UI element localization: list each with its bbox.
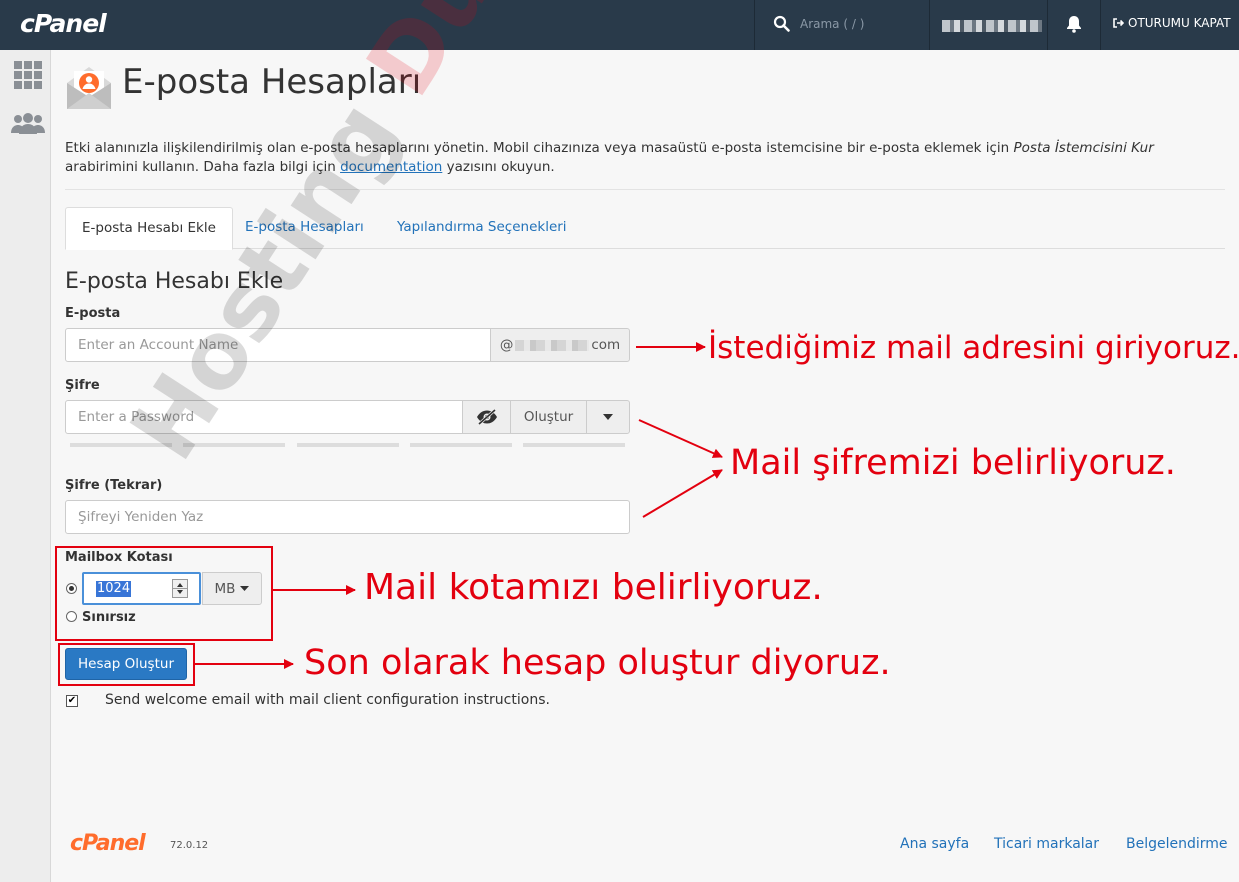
cpanel-logo[interactable]: cPanel: [20, 9, 107, 38]
domain-at: @: [499, 337, 514, 353]
unlimited-label: Sınırsız: [82, 610, 136, 625]
page-title: E-posta Hesapları: [122, 62, 422, 102]
generate-password-button[interactable]: Oluştur: [510, 400, 587, 434]
intro-text: Etki alanınızla ilişkilendirilmiş olan e…: [65, 139, 1225, 190]
tab-add-email-account[interactable]: E-posta Hesabı Ekle: [65, 207, 233, 250]
quota-value: 1024: [96, 581, 132, 597]
footer-link-documentation[interactable]: Belgelendirme: [1126, 836, 1228, 852]
footer-cpanel-logo: cPanel: [70, 831, 146, 856]
search-icon: [773, 15, 790, 32]
username-redacted: [942, 20, 1042, 32]
password-strength-segment-4: [410, 443, 512, 447]
quota-spinner[interactable]: [172, 579, 188, 598]
password-strength-segment-2: [183, 443, 285, 447]
tab-configuration-options[interactable]: Yapılandırma Seçenekleri: [381, 207, 583, 247]
create-account-button[interactable]: Hesap Oluştur: [65, 648, 187, 680]
documentation-link[interactable]: documentation: [340, 159, 442, 175]
footer-link-home[interactable]: Ana sayfa: [900, 836, 969, 852]
password-label: Şifre: [65, 378, 100, 393]
envelope-icon: [67, 67, 111, 109]
top-bar: cPanel Arama ( / ) OTURUMU KAPAT: [0, 0, 1239, 50]
bell-icon: [1067, 16, 1081, 33]
email-label: E-posta: [65, 306, 121, 321]
domain-select[interactable]: @ com: [490, 328, 630, 362]
logout-icon: [1113, 18, 1124, 28]
domain-suffix: com: [591, 337, 621, 353]
password-repeat-label: Şifre (Tekrar): [65, 478, 163, 493]
sidebar: [0, 50, 51, 882]
annotation-submit: Son olarak hesap oluştur diyoruz.: [304, 643, 891, 683]
eye-slash-icon: [476, 409, 497, 425]
quota-unit: MB: [214, 580, 236, 597]
password-repeat-placeholder: Şifreyi Yeniden Yaz: [78, 509, 204, 525]
users-icon[interactable]: [10, 113, 46, 135]
welcome-email-checkbox[interactable]: ✔: [66, 695, 78, 707]
logout-label: OTURUMU KAPAT: [1128, 16, 1231, 30]
notifications-button[interactable]: [1048, 0, 1101, 50]
password-field[interactable]: Enter a Password: [65, 400, 463, 434]
search-box[interactable]: Arama ( / ): [754, 0, 930, 50]
quota-unit-dropdown[interactable]: MB: [202, 572, 262, 605]
intro-text-part3: yazısını okuyun.: [442, 159, 555, 175]
password-placeholder: Enter a Password: [78, 409, 195, 425]
footer-link-trademarks[interactable]: Ticari markalar: [994, 836, 1099, 852]
spinner-arrows-icon: [173, 583, 187, 594]
email-field[interactable]: Enter an Account Name: [65, 328, 491, 362]
annotation-quota: Mail kotamızı belirliyoruz.: [364, 567, 823, 608]
section-title: E-posta Hesabı Ekle: [65, 269, 284, 294]
password-repeat-field[interactable]: Şifreyi Yeniden Yaz: [65, 500, 630, 534]
annotation-email: İstediğimiz mail adresini giriyoruz.: [708, 330, 1239, 366]
quota-unlimited-radio[interactable]: [66, 611, 77, 622]
tab-bar: E-posta Hesabı Ekle E-posta Hesapları Ya…: [65, 207, 1225, 250]
logout-button[interactable]: OTURUMU KAPAT: [1112, 16, 1231, 30]
intro-text-part2: arabirimini kullanın. Daha fazla bilgi i…: [65, 159, 341, 175]
intro-italic-setup-mail-client: Posta İstemcisini Kur: [1013, 140, 1154, 156]
caret-down-icon: [240, 586, 250, 591]
quota-input[interactable]: 1024: [82, 572, 201, 605]
welcome-email-label: Send welcome email with mail client conf…: [105, 692, 550, 708]
email-placeholder: Enter an Account Name: [78, 337, 239, 353]
domain-redacted: [515, 339, 590, 351]
user-menu[interactable]: [929, 0, 1048, 50]
password-strength-segment-1: [70, 443, 172, 447]
generate-options-dropdown[interactable]: [586, 400, 630, 434]
apps-grid-icon[interactable]: [14, 61, 42, 89]
password-strength-segment-3: [297, 443, 399, 447]
tab-email-accounts[interactable]: E-posta Hesapları: [229, 207, 380, 247]
password-strength-segment-5: [523, 443, 625, 447]
intro-text-part1: Etki alanınızla ilişkilendirilmiş olan e…: [65, 140, 1014, 156]
toggle-password-visibility-button[interactable]: [462, 400, 511, 434]
annotation-password: Mail şifremizi belirliyoruz.: [730, 443, 1176, 483]
footer-version: 72.0.12: [170, 840, 209, 851]
quota-limited-radio[interactable]: [66, 583, 77, 594]
quota-label: Mailbox Kotası: [65, 550, 173, 565]
search-placeholder: Arama ( / ): [800, 17, 865, 31]
caret-down-icon: [603, 414, 613, 420]
